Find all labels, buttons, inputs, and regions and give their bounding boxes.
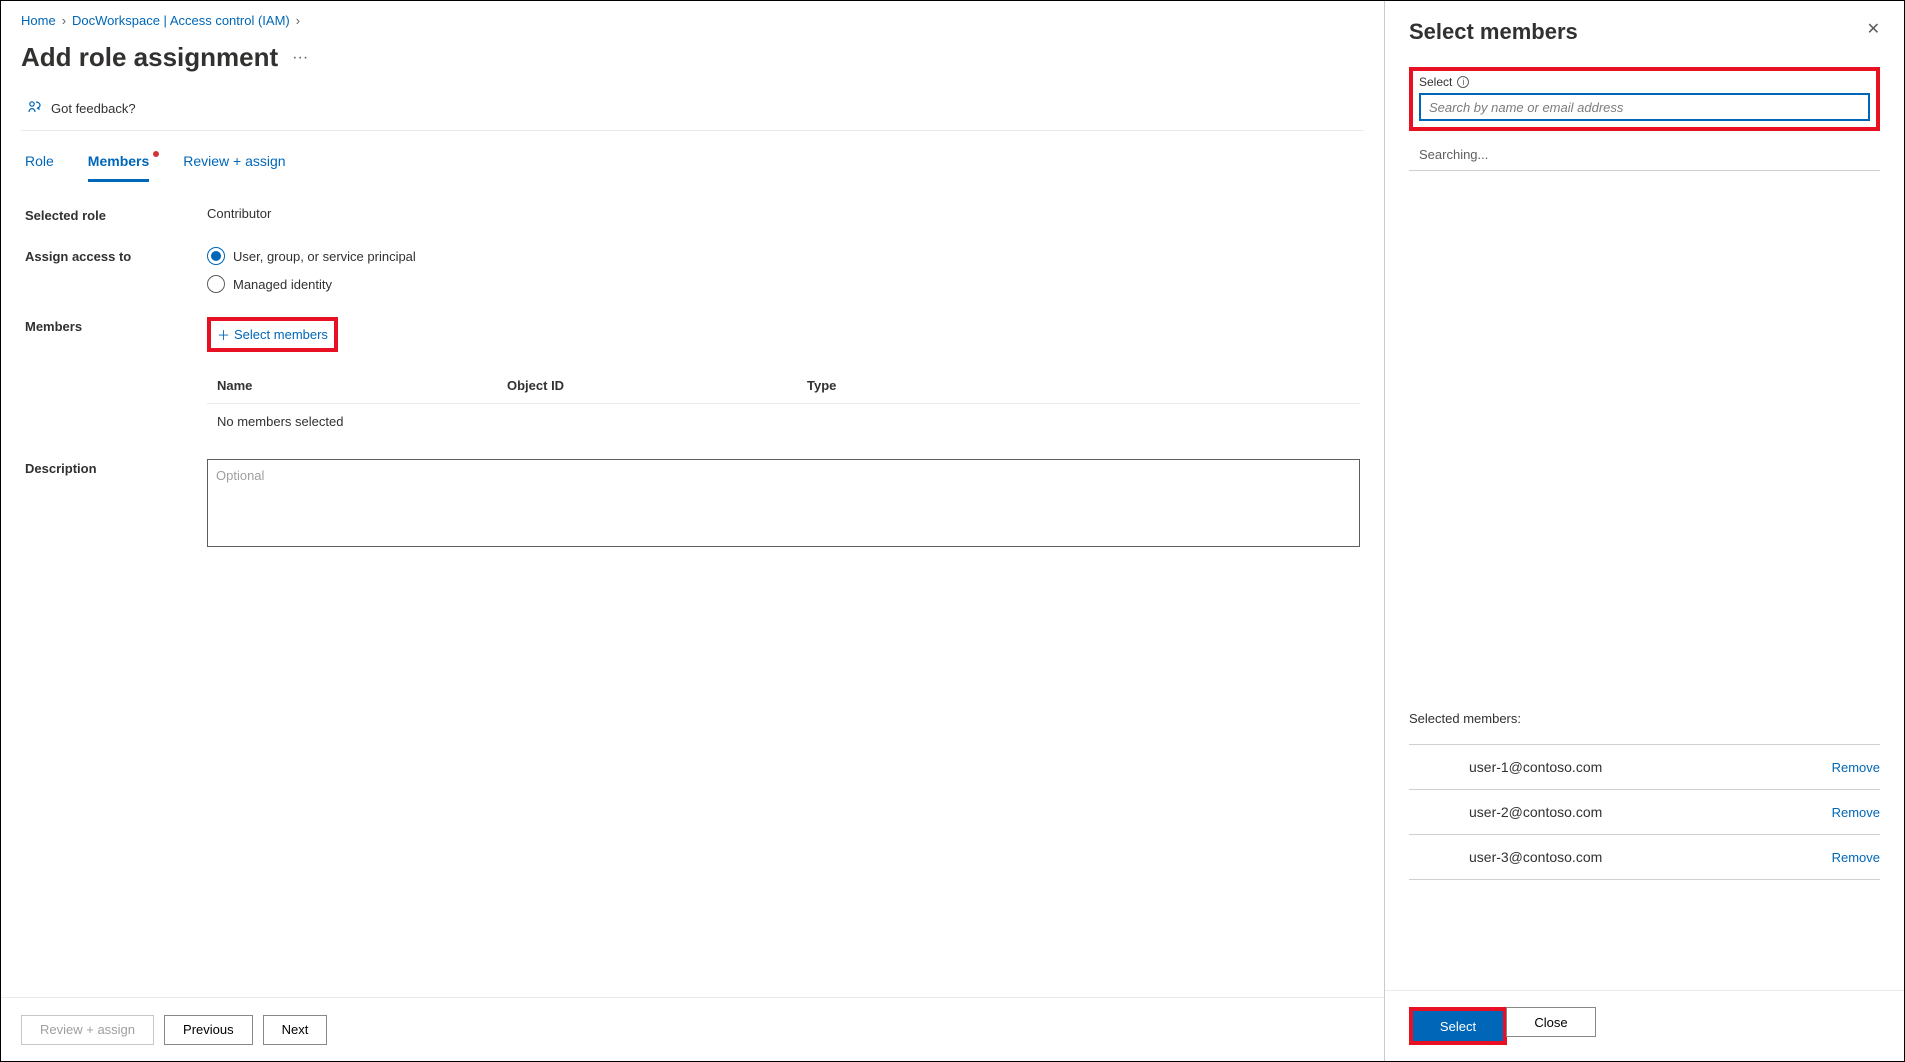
breadcrumb-home[interactable]: Home	[21, 13, 56, 28]
close-button[interactable]: Close	[1506, 1007, 1596, 1037]
select-members-panel: Select members ✕ Select i Searching... S…	[1384, 1, 1904, 1061]
more-menu-icon[interactable]: ···	[292, 49, 308, 67]
review-assign-button[interactable]: Review + assign	[21, 1015, 154, 1045]
member-email: user-2@contoso.com	[1469, 804, 1602, 820]
select-button[interactable]: Select	[1413, 1011, 1503, 1041]
radio-icon	[207, 247, 225, 265]
main-footer: Review + assign Previous Next	[1, 997, 1384, 1061]
member-search-input[interactable]	[1419, 93, 1870, 121]
page-title: Add role assignment	[21, 42, 278, 73]
breadcrumb-workspace[interactable]: DocWorkspace | Access control (IAM)	[72, 13, 290, 28]
radio-managed-label: Managed identity	[233, 277, 332, 292]
tab-members-label: Members	[88, 153, 149, 169]
radio-icon	[207, 275, 225, 293]
chevron-right-icon: ›	[296, 13, 300, 28]
selected-member-row: user-2@contoso.com Remove	[1409, 790, 1880, 835]
close-icon[interactable]: ✕	[1867, 19, 1880, 39]
radio-user-group-sp[interactable]: User, group, or service principal	[207, 247, 1360, 265]
member-email: user-1@contoso.com	[1469, 759, 1602, 775]
tab-review-assign[interactable]: Review + assign	[183, 153, 285, 182]
remove-member-link[interactable]: Remove	[1832, 850, 1880, 865]
th-type: Type	[807, 378, 1007, 393]
page-title-row: Add role assignment ···	[21, 42, 1364, 73]
plus-icon: ＋	[217, 325, 230, 344]
radio-user-label: User, group, or service principal	[233, 249, 416, 264]
members-label: Members	[25, 317, 207, 334]
selected-role-value: Contributor	[207, 206, 1360, 221]
feedback-icon	[27, 99, 43, 118]
breadcrumb: Home › DocWorkspace | Access control (IA…	[21, 13, 1364, 28]
required-dot-icon	[153, 151, 159, 157]
selected-members-list: user-1@contoso.com Remove user-2@contoso…	[1409, 744, 1880, 880]
member-email: user-3@contoso.com	[1469, 849, 1602, 865]
no-members-text: No members selected	[207, 404, 1360, 439]
main-content: Home › DocWorkspace | Access control (IA…	[1, 1, 1384, 1061]
highlight-select-button: Select	[1409, 1007, 1507, 1045]
members-table: Name Object ID Type No members selected	[207, 368, 1360, 439]
th-object-id: Object ID	[507, 378, 807, 393]
form-area: Selected role Contributor Assign access …	[21, 182, 1364, 1061]
assign-access-radio-group: User, group, or service principal Manage…	[207, 247, 1360, 293]
assign-access-label: Assign access to	[25, 247, 207, 264]
feedback-text: Got feedback?	[51, 101, 136, 116]
select-members-link-text: Select members	[234, 327, 328, 342]
next-button[interactable]: Next	[263, 1015, 328, 1045]
search-label: Select i	[1419, 75, 1870, 89]
remove-member-link[interactable]: Remove	[1832, 760, 1880, 775]
tab-members[interactable]: Members	[88, 153, 149, 182]
chevron-right-icon: ›	[62, 13, 66, 28]
th-name: Name	[207, 378, 507, 393]
highlight-search-block: Select i	[1409, 67, 1880, 131]
radio-managed-identity[interactable]: Managed identity	[207, 275, 1360, 293]
previous-button[interactable]: Previous	[164, 1015, 253, 1045]
panel-title: Select members	[1409, 19, 1578, 45]
panel-footer: Select Close	[1385, 990, 1904, 1061]
selected-member-row: user-1@contoso.com Remove	[1409, 744, 1880, 790]
description-label: Description	[25, 459, 207, 476]
select-members-link[interactable]: ＋ Select members	[211, 321, 334, 348]
tabs: Role Members Review + assign	[21, 131, 1364, 182]
searching-text: Searching...	[1409, 147, 1880, 170]
selected-member-row: user-3@contoso.com Remove	[1409, 835, 1880, 880]
tab-role[interactable]: Role	[25, 153, 54, 182]
description-input[interactable]	[207, 459, 1360, 547]
remove-member-link[interactable]: Remove	[1832, 805, 1880, 820]
search-label-text: Select	[1419, 75, 1452, 89]
selected-role-label: Selected role	[25, 206, 207, 223]
highlight-select-members: ＋ Select members	[207, 317, 338, 352]
feedback-link[interactable]: Got feedback?	[21, 91, 1364, 131]
info-icon[interactable]: i	[1457, 76, 1469, 88]
selected-members-heading: Selected members:	[1409, 711, 1880, 726]
